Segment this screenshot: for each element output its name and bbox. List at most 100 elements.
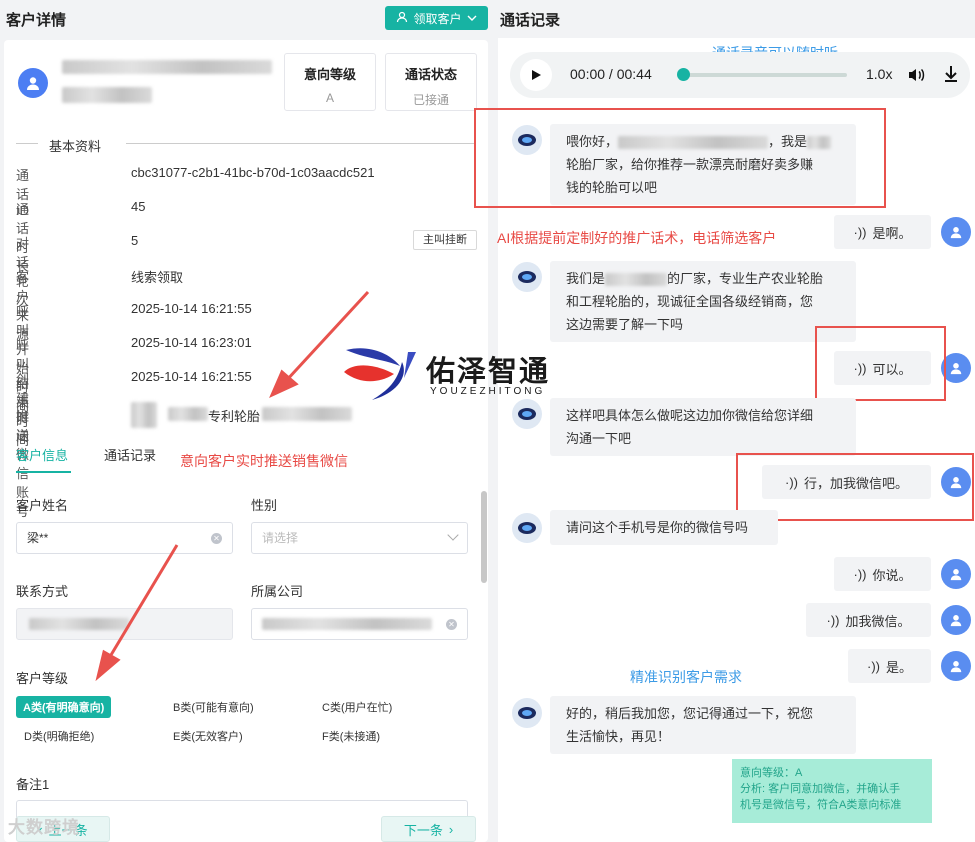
- playback-progress-knob[interactable]: [677, 68, 690, 81]
- message-text: 生活愉快，再见！: [566, 729, 671, 744]
- gender-select[interactable]: 请选择: [251, 522, 468, 554]
- ai-script-highlight: [474, 108, 886, 208]
- message-text: 加我微信。: [845, 613, 911, 629]
- analysis-level: 意向等级：A: [740, 767, 803, 779]
- message-text: 请问这个手机号是你的微信号吗: [566, 520, 749, 535]
- ai-bot-icon: [518, 522, 536, 534]
- customer-name-value: 梁**: [27, 531, 49, 545]
- wechat-avatar-redacted: [131, 402, 157, 428]
- claim-customer-label: 领取客户: [413, 11, 462, 26]
- basic-info-divider: 基本资料: [16, 136, 476, 154]
- analysis-text: 分析: 客户同意加微信，并确认手: [740, 783, 901, 795]
- watermark: 大数跨境: [8, 818, 80, 837]
- voice-icon: ·)): [866, 658, 880, 674]
- customer-message: ·)) 是啊。: [834, 215, 931, 249]
- next-record-button[interactable]: 下一条 ›: [381, 816, 476, 842]
- customer-message: ·)) 是。: [848, 649, 931, 683]
- contact-label: 联系方式: [16, 584, 69, 599]
- ai-bot-icon: [518, 408, 536, 420]
- ai-message: 这样吧具体怎么做呢这边加你微信给您详细 沟通一下吧: [550, 398, 856, 456]
- person-icon: [950, 363, 962, 375]
- volume-icon[interactable]: [906, 65, 926, 88]
- level-option-b[interactable]: B类(可能有意向): [173, 699, 254, 715]
- audio-player: 00:00 / 00:44 1.0x: [510, 52, 970, 98]
- customer-message: ·)) 加我微信。: [806, 603, 931, 637]
- contact-redacted: [29, 618, 129, 630]
- info-value: 5: [131, 233, 139, 248]
- intent-level-stat: 意向等级 A: [284, 53, 376, 111]
- intent-level-value: A: [325, 91, 334, 105]
- intent-level-label: 意向等级: [303, 67, 356, 82]
- clear-icon[interactable]: ✕: [446, 619, 457, 630]
- level-option-e[interactable]: E类(无效客户): [173, 728, 243, 744]
- claim-customer-button[interactable]: 领取客户: [385, 6, 488, 30]
- info-value: 2025-10-14 16:21:55: [131, 369, 252, 384]
- form-scrollbar[interactable]: [481, 491, 487, 583]
- company-input[interactable]: ✕: [251, 608, 468, 640]
- customer-reply-highlight: [815, 326, 946, 401]
- play-button[interactable]: [520, 59, 552, 91]
- contact-input[interactable]: [16, 608, 233, 640]
- playback-progress-track[interactable]: [682, 73, 847, 77]
- customer-phone-redacted: [62, 87, 152, 103]
- person-icon: [950, 615, 962, 627]
- message-text: 和工程轮胎的，现诚征全国各级经销商，您: [566, 294, 814, 309]
- playback-time: 00:00 / 00:44: [570, 66, 652, 82]
- call-status-stat: 通话状态 已接通: [385, 53, 477, 111]
- tab-customer-info[interactable]: 客户信息: [16, 445, 68, 464]
- voice-icon: ·)): [826, 612, 840, 628]
- customer-avatar: [941, 559, 971, 589]
- customer-detail-header: 客户详情 领取客户: [0, 0, 495, 36]
- chevron-right-icon: ›: [448, 821, 454, 837]
- active-tab-indicator: [16, 471, 71, 473]
- level-option-d[interactable]: D类(明确拒绝): [24, 728, 94, 744]
- playback-speed[interactable]: 1.0x: [866, 66, 892, 82]
- level-option-c[interactable]: C类(用户在忙): [322, 699, 392, 715]
- person-icon: [950, 227, 962, 239]
- precise-recognition-annotation: 精准识别客户需求: [630, 669, 742, 685]
- logo-swoosh-icon: [344, 348, 416, 400]
- info-value: 45: [131, 199, 146, 214]
- wechat-suffix-redacted: [262, 407, 352, 421]
- call-status-value: 已接通: [412, 93, 449, 107]
- tab-call-records[interactable]: 通话记录: [104, 445, 156, 464]
- company-label: 所属公司: [251, 584, 304, 599]
- intent-analysis-card: 意向等级：A 分析: 客户同意加微信，并确认手 机号是微信号，符合A类意向标准: [732, 759, 932, 823]
- ai-message: 好的，稍后我加您，您记得通过一下，祝您 生活愉快，再见！: [550, 696, 856, 754]
- call-record-title: 通话记录: [500, 12, 561, 29]
- customer-level-label: 客户等级: [16, 671, 69, 686]
- message-text: 是啊。: [872, 225, 912, 241]
- page-title: 客户详情: [6, 12, 67, 29]
- customer-detail-panel: 意向等级 A 通话状态 已接通 基本资料 通话ID cbc31077-c2b1-…: [4, 40, 488, 842]
- info-value: 2025-10-14 16:21:55: [131, 301, 252, 316]
- chevron-down-icon: [447, 529, 459, 541]
- clear-icon[interactable]: ✕: [211, 533, 222, 544]
- person-icon: [27, 77, 39, 90]
- customer-message: ·)) 你说。: [834, 557, 931, 591]
- logo-subtitle: YOUZEZHITONG: [430, 386, 546, 397]
- call-status-label: 通话状态: [404, 67, 457, 82]
- play-icon: [532, 70, 541, 80]
- message-text: 你说。: [872, 567, 912, 583]
- person-icon: [950, 661, 962, 673]
- voice-icon: ·)): [853, 566, 867, 582]
- level-option-a[interactable]: A类(有明确意向): [16, 696, 112, 718]
- ai-avatar: [512, 513, 542, 543]
- info-value: 线索领取: [131, 270, 184, 285]
- message-text: 我们是: [566, 271, 606, 286]
- customer-name-input[interactable]: 梁** ✕: [16, 522, 233, 554]
- customer-name-redacted: [62, 60, 272, 74]
- basic-info-heading: 基本资料: [49, 139, 102, 154]
- level-option-f[interactable]: F类(未接通): [322, 728, 380, 744]
- ai-bot-icon: [518, 707, 536, 719]
- call-record-header: 通话记录: [495, 0, 975, 36]
- analysis-text: 机号是微信号，符合A类意向标准: [740, 799, 902, 811]
- gender-label: 性别: [251, 498, 278, 513]
- message-text: 沟通一下吧: [566, 431, 632, 446]
- remark-label: 备注1: [16, 777, 50, 792]
- message-text: 这样吧具体怎么做呢这边加你微信给您详细: [566, 408, 814, 423]
- download-icon[interactable]: [942, 64, 960, 87]
- call-record-panel: 通话录音可以随时听 00:00 / 00:44 1.0x 喂你好，，我是 轮胎厂…: [474, 38, 975, 842]
- redacted-text: [605, 273, 668, 287]
- ai-script-annotation: AI根据提前定制好的推广话术，电话筛选客户: [497, 230, 777, 246]
